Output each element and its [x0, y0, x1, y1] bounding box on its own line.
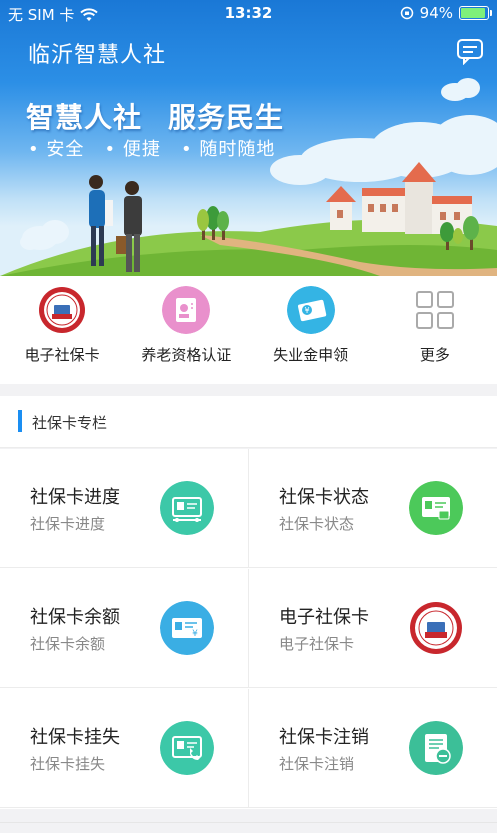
card-balance-icon: ¥	[160, 601, 214, 655]
grid-item-subtitle: 社保卡状态	[279, 515, 355, 533]
battery-icon	[459, 6, 492, 20]
quick-menu: 电子社保卡 养老资格认证 ¥ 失业金申领 更多	[0, 276, 497, 384]
grid-item-subtitle: 社保卡挂失	[30, 755, 106, 773]
grid-item-e-social-card[interactable]: 电子社保卡 电子社保卡	[248, 569, 497, 688]
grid-item-subtitle: 社保卡进度	[30, 515, 106, 533]
grid-item-card-status[interactable]: 社保卡状态 社保卡状态	[248, 449, 497, 568]
banner-slogan: 智慧人社 服务民生	[26, 96, 284, 136]
social-security-card-badge-icon	[39, 287, 86, 333]
quick-item-label: 失业金申领	[273, 346, 349, 364]
grid-item-title: 社保卡注销	[279, 727, 369, 748]
pension-certification-icon	[162, 286, 211, 334]
header-banner: 无 SIM 卡 13:32 94% 临沂智慧人社 智慧人社 服务民生 • 安全 •…	[0, 0, 497, 276]
card-status-icon	[409, 481, 463, 535]
grid-item-subtitle: 电子社保卡	[279, 635, 355, 653]
quick-item-label: 电子社保卡	[24, 346, 100, 364]
svg-text:¥: ¥	[304, 306, 309, 315]
grid-item-title: 社保卡状态	[279, 487, 369, 508]
unemployment-benefit-card-icon: ¥	[286, 286, 335, 334]
banner-feature: • 安全	[28, 139, 85, 160]
grid-item-subtitle: 社保卡余额	[30, 635, 106, 653]
message-icon[interactable]	[456, 37, 484, 65]
battery-percent: 94%	[419, 4, 453, 22]
svg-text:¥: ¥	[192, 629, 198, 639]
section-title: 社保卡专栏	[32, 414, 108, 432]
quick-item-more[interactable]: 更多	[373, 276, 497, 384]
grid-item-title: 电子社保卡	[279, 607, 369, 628]
banner-features: • 安全 • 便捷 • 随时随地	[28, 135, 275, 161]
grid-item-title: 社保卡进度	[30, 487, 120, 508]
grid-item-title: 社保卡挂失	[30, 727, 120, 748]
grid-item-card-progress[interactable]: 社保卡进度 社保卡进度	[0, 449, 248, 568]
grid-item-card-report-loss[interactable]: 社保卡挂失 社保卡挂失	[0, 689, 248, 808]
quick-item-pension-certification[interactable]: 养老资格认证	[124, 276, 248, 384]
quick-item-label: 更多	[419, 346, 450, 364]
bottom-divider	[0, 822, 497, 833]
social-security-card-badge-icon	[410, 602, 462, 654]
grid-item-card-balance[interactable]: 社保卡余额 社保卡余额 ¥	[0, 569, 248, 688]
card-progress-icon	[160, 481, 214, 535]
quick-item-label: 养老资格认证	[141, 346, 232, 364]
quick-item-unemployment-benefit[interactable]: ¥ 失业金申领	[249, 276, 373, 384]
section-accent-bar	[18, 410, 22, 432]
status-bar: 无 SIM 卡 13:32 94%	[0, 0, 497, 26]
grid-item-subtitle: 社保卡注销	[279, 755, 355, 773]
banner-feature: • 便捷	[104, 139, 161, 160]
orientation-lock-icon	[400, 6, 413, 20]
section-header: 社保卡专栏	[0, 396, 497, 448]
banner-slogan-left: 智慧人社	[26, 101, 143, 134]
page-title: 临沂智慧人社	[28, 43, 167, 68]
banner-slogan-right: 服务民生	[168, 101, 285, 134]
more-grid-icon	[415, 291, 454, 329]
card-cancel-icon	[409, 721, 463, 775]
quick-item-e-social-card[interactable]: 电子社保卡	[0, 276, 124, 384]
service-grid: 社保卡进度 社保卡进度 社保卡状态 社保卡状态 社保卡余额 社保卡余额 ¥ 电子…	[0, 449, 497, 809]
grid-item-card-cancel[interactable]: 社保卡注销 社保卡注销	[248, 689, 497, 808]
grid-item-title: 社保卡余额	[30, 607, 120, 628]
card-report-loss-icon	[160, 721, 214, 775]
banner-feature: • 随时随地	[181, 139, 276, 160]
